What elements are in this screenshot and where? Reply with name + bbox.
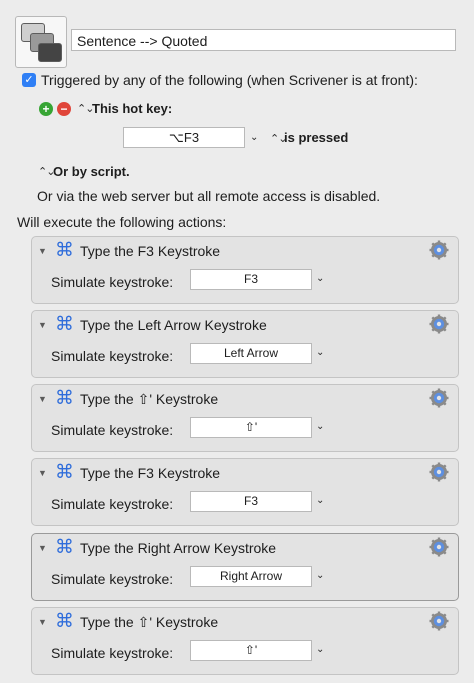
macro-icon[interactable]	[15, 16, 67, 68]
keystroke-field[interactable]: F3	[190, 491, 312, 512]
disclosure-triangle-icon[interactable]: ▼	[38, 394, 47, 404]
action-title: Type the ⇧' Keystroke	[80, 391, 219, 407]
action-title: Type the Left Arrow Keystroke	[80, 317, 267, 333]
gear-icon[interactable]	[429, 462, 449, 482]
chevron-down-icon[interactable]: ⌄	[316, 570, 324, 581]
action-block[interactable]: ▼ ⌘ Type the ⇧' Keystroke Simulate keyst…	[31, 384, 459, 452]
script-popup-icon[interactable]: ⌃⌄	[38, 165, 55, 178]
action-block[interactable]: ▼ ⌘ Type the F3 Keystroke Simulate keyst…	[31, 236, 459, 304]
keystroke-field[interactable]: Right Arrow	[190, 566, 312, 587]
trigger-label: Triggered by any of the following (when …	[41, 72, 418, 88]
keystroke-label: Simulate keystroke:	[51, 348, 174, 364]
action-title: Type the F3 Keystroke	[80, 243, 221, 259]
keystroke-label: Simulate keystroke:	[51, 422, 174, 438]
keystroke-field[interactable]: F3	[190, 269, 312, 290]
add-trigger-button[interactable]: +	[39, 102, 53, 116]
action-title: Type the F3 Keystroke	[80, 465, 221, 481]
disclosure-triangle-icon[interactable]: ▼	[38, 617, 47, 627]
action-block[interactable]: ▼ ⌘ Type the F3 Keystroke Simulate keyst…	[31, 458, 459, 526]
keystroke-label: Simulate keystroke:	[51, 274, 174, 290]
actions-heading: Will execute the following actions:	[17, 214, 227, 230]
command-icon: ⌘	[55, 537, 74, 558]
command-icon: ⌘	[55, 611, 74, 632]
action-title: Type the Right Arrow Keystroke	[80, 540, 277, 556]
keystroke-field[interactable]: Left Arrow	[190, 343, 312, 364]
gear-icon[interactable]	[429, 314, 449, 334]
hotkey-field[interactable]: ⌥F3	[123, 127, 245, 148]
gear-icon[interactable]	[429, 240, 449, 260]
command-icon: ⌘	[55, 314, 74, 335]
chevron-down-icon[interactable]: ⌄	[316, 273, 324, 284]
action-block[interactable]: ▼ ⌘ Type the Right Arrow Keystroke Simul…	[31, 533, 459, 601]
action-block[interactable]: ▼ ⌘ Type the Left Arrow Keystroke Simula…	[31, 310, 459, 378]
remove-trigger-button[interactable]: −	[57, 102, 71, 116]
action-block[interactable]: ▼ ⌘ Type the ⇧' Keystroke Simulate keyst…	[31, 607, 459, 675]
keystroke-field[interactable]: ⇧'	[190, 417, 312, 438]
keystroke-field[interactable]: ⇧'	[190, 640, 312, 661]
chevron-down-icon[interactable]: ⌄	[316, 495, 324, 506]
chevron-down-icon[interactable]: ⌄	[316, 421, 324, 432]
hotkey-condition[interactable]: is pressed	[284, 130, 348, 145]
chevron-down-icon[interactable]: ⌄	[316, 347, 324, 358]
hotkey-chevron-down-icon[interactable]: ⌄	[250, 132, 258, 143]
keystroke-label: Simulate keystroke:	[51, 571, 174, 587]
gear-icon[interactable]	[429, 388, 449, 408]
command-icon: ⌘	[55, 240, 74, 261]
gear-icon[interactable]	[429, 537, 449, 557]
keystroke-label: Simulate keystroke:	[51, 645, 174, 661]
disclosure-triangle-icon[interactable]: ▼	[38, 468, 47, 478]
gear-icon[interactable]	[429, 611, 449, 631]
script-heading[interactable]: Or by script.	[53, 164, 130, 179]
key-icon	[38, 43, 62, 62]
disclosure-triangle-icon[interactable]: ▼	[38, 246, 47, 256]
action-title: Type the ⇧' Keystroke	[80, 614, 219, 630]
keystroke-label: Simulate keystroke:	[51, 496, 174, 512]
web-server-note: Or via the web server but all remote acc…	[37, 188, 381, 204]
macro-name-field[interactable]: Sentence --> Quoted	[71, 29, 456, 51]
disclosure-triangle-icon[interactable]: ▼	[38, 320, 47, 330]
command-icon: ⌘	[55, 462, 74, 483]
chevron-down-icon[interactable]: ⌄	[316, 644, 324, 655]
hotkey-heading[interactable]: This hot key:	[92, 101, 172, 116]
trigger-type-popup-icon[interactable]: ⌃⌄	[77, 102, 94, 115]
disclosure-triangle-icon[interactable]: ▼	[38, 543, 47, 553]
trigger-checkbox[interactable]: ✓	[22, 73, 36, 87]
command-icon: ⌘	[55, 388, 74, 409]
